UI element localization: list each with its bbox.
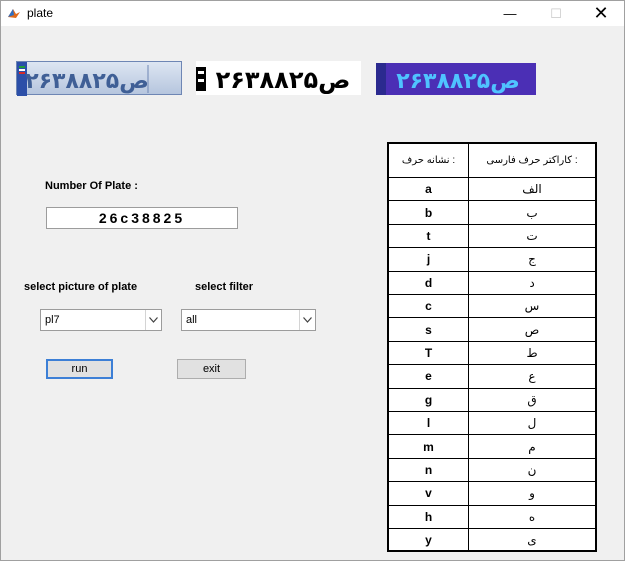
table-cell-latin: m (389, 435, 469, 458)
run-button[interactable]: run (46, 359, 113, 379)
plate-image-filtered: ۲۶ص۳۸۸۲۵ (376, 63, 536, 95)
table-row: hه (389, 505, 595, 529)
filter-select[interactable]: all (181, 309, 316, 331)
table-cell-latin: t (389, 224, 469, 248)
matlab-icon (7, 6, 21, 20)
picture-select[interactable]: pl7 (40, 309, 162, 331)
table-row: Tط (389, 341, 595, 366)
table-row: nن (389, 458, 595, 483)
plate-image-original: ۲۶ص۳۸۸۲۵ (16, 61, 182, 96)
table-cell-latin: y (389, 529, 469, 552)
table-cell-persian: ن (527, 462, 537, 477)
plate-number-field[interactable]: 26c38825 (46, 207, 238, 229)
table-cell-latin: a (389, 178, 469, 201)
table-row: bب (389, 201, 595, 225)
table-cell-persian: ع (528, 369, 536, 384)
table-cell-latin: s (389, 318, 469, 341)
table-cell-persian: و (529, 486, 535, 501)
table-cell-persian: ط (526, 345, 538, 360)
table-cell-latin: h (389, 505, 469, 528)
table-row: dد (389, 271, 595, 295)
table-cell-persian: ق (527, 392, 537, 407)
exit-button[interactable]: exit (177, 359, 246, 379)
table-cell-persian: ج (528, 252, 536, 267)
table-row: cس (389, 295, 595, 319)
table-header-latin: نشانه حرف : (389, 144, 469, 177)
table-cell-latin: n (389, 458, 469, 482)
table-row: jج (389, 248, 595, 272)
table-cell-latin: b (389, 201, 469, 224)
table-cell-persian: الف (522, 182, 542, 197)
character-table: نشانه حرف : کاراکتر حرف فارسی : a الف b ب t ت… (387, 142, 597, 553)
window-title: plate (27, 6, 54, 20)
app-window: plate — ☐ ✕ ۲۶ص۳۸۸۲۵ ۲۶ص۳۸۸۲۵ ۲۶ص۳۸۸۲۵ N… (0, 0, 625, 561)
table-cell-latin: e (389, 365, 469, 388)
table-row: yی (389, 529, 595, 553)
table-cell-persian: ه (528, 509, 536, 524)
table-header-row: نشانه حرف : کاراکتر حرف فارسی : (389, 144, 595, 178)
table-row: eع (389, 365, 595, 389)
select-filter-label: select filter (195, 281, 254, 293)
plate-image-binary: ۲۶ص۳۸۸۲۵ (196, 61, 361, 95)
chevron-down-icon[interactable] (145, 310, 161, 330)
table-cell-latin: v (389, 482, 469, 505)
filter-select-value: all (186, 314, 198, 326)
title-bar: plate — ☐ ✕ (1, 1, 624, 26)
number-of-plate-label: Number Of Plate : (45, 180, 138, 192)
minimize-button[interactable]: — (487, 1, 533, 26)
table-cell-latin: d (389, 271, 469, 294)
table-cell-persian: س (524, 299, 540, 314)
plate-filtered-text: ۲۶ص۳۸۸۲۵ (396, 69, 520, 94)
table-row: mم (389, 435, 595, 459)
table-header-persian: کاراکتر حرف فارسی : (486, 155, 578, 166)
table-cell-latin: l (389, 412, 469, 435)
picture-select-value: pl7 (45, 314, 60, 326)
plate-binary-text: ۲۶ص۳۸۸۲۵ (216, 66, 351, 94)
table-row: vو (389, 482, 595, 506)
maximize-button[interactable]: ☐ (533, 1, 579, 26)
table-cell-persian: ل (527, 416, 537, 431)
table-cell-persian: م (528, 439, 536, 454)
table-row: gق (389, 388, 595, 412)
table-cell-persian: ب (526, 205, 538, 220)
table-cell-latin: g (389, 388, 469, 411)
table-cell-persian: ی (527, 533, 537, 548)
table-cell-persian: د (529, 275, 535, 290)
table-cell-latin: j (389, 248, 469, 271)
table-cell-persian: ص (524, 322, 540, 337)
close-button[interactable]: ✕ (578, 1, 624, 26)
table-cell-latin: T (389, 341, 469, 365)
table-cell-persian: ت (526, 228, 538, 243)
table-row: tت (389, 224, 595, 249)
table-row: a الف (389, 178, 595, 202)
select-picture-label: select picture of plate (24, 281, 138, 293)
table-cell-latin: c (389, 295, 469, 318)
table-row: lل (389, 412, 595, 436)
table-row: sص (389, 318, 595, 342)
plate-image-text: ۲۶ص۳۸۸۲۵ (25, 69, 149, 94)
chevron-down-icon[interactable] (299, 310, 315, 330)
